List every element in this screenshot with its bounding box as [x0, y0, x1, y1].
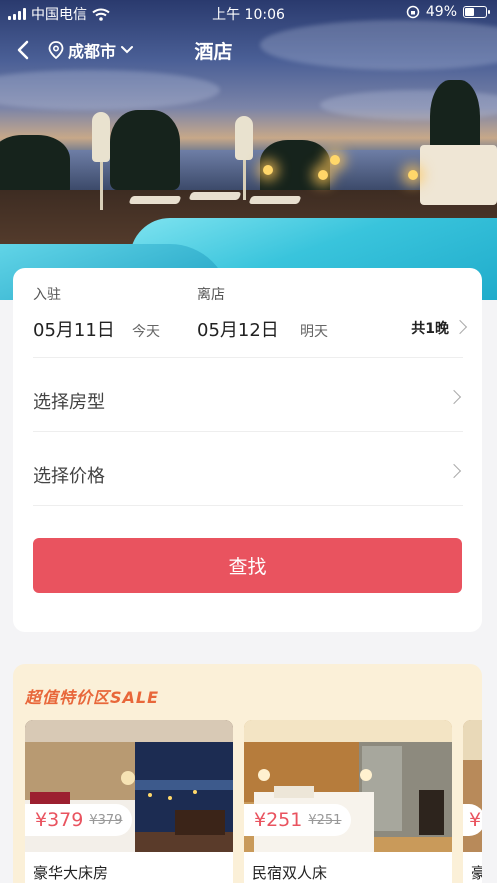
checkin-date[interactable]: 05月11日 [33, 316, 115, 342]
rotation-lock-icon [406, 5, 420, 19]
search-button[interactable]: 查找 [33, 538, 462, 593]
date-selector[interactable]: 入驻 05月11日 今天 离店 05月12日 明天 共1晚 [33, 282, 468, 358]
chevron-right-icon [446, 463, 462, 479]
price-tag: ¥251 ¥251 [244, 804, 352, 836]
price-tag: ¥ [463, 804, 482, 836]
battery-percent: 49% [425, 4, 457, 20]
room-type-selector[interactable]: 选择房型 [33, 370, 463, 430]
room-card[interactable]: ¥251 ¥251 民宿双人床 [244, 720, 452, 883]
nav-bar: 成都市 酒店 [0, 30, 497, 70]
nights-count: 共1晚 [411, 321, 449, 337]
room-card[interactable]: ¥379 ¥379 豪华大床房 [25, 720, 233, 883]
checkin-day: 今天 [132, 324, 160, 340]
room-price: ¥251 [254, 809, 303, 831]
room-original-price: ¥251 [308, 812, 342, 828]
price-label: 选择价格 [33, 466, 105, 487]
room-name: 豪 [471, 864, 482, 882]
room-type-label: 选择房型 [33, 392, 105, 413]
page-title: 酒店 [194, 41, 233, 63]
checkout-label: 离店 [197, 287, 225, 303]
battery-icon [463, 6, 490, 18]
checkout-day: 明天 [300, 324, 328, 340]
chevron-right-icon [446, 389, 462, 405]
room-card[interactable]: ¥ 豪 [463, 720, 482, 883]
room-original-price: ¥379 [89, 812, 123, 828]
status-bar: 中国电信 上午 10:06 49% [0, 0, 497, 26]
booking-card: 入驻 05月11日 今天 离店 05月12日 明天 共1晚 选择房型 选择价格 … [13, 268, 482, 632]
room-price: ¥ [469, 809, 482, 831]
price-tag: ¥379 ¥379 [25, 804, 133, 836]
price-selector[interactable]: 选择价格 [33, 444, 463, 504]
room-price: ¥379 [35, 809, 84, 831]
divider [33, 431, 463, 432]
checkin-label: 入驻 [33, 287, 61, 303]
divider [33, 357, 463, 358]
room-name: 豪华大床房 [33, 864, 109, 882]
sale-title: 超值特价区SALE [25, 688, 160, 707]
chevron-right-icon [452, 319, 468, 335]
sale-section: 超值特价区SALE ¥379 ¥379 豪华大床房 ¥251 ¥251 民宿双人… [13, 664, 482, 883]
room-name: 民宿双人床 [252, 864, 328, 882]
checkout-date[interactable]: 05月12日 [197, 316, 279, 342]
divider [33, 505, 463, 506]
